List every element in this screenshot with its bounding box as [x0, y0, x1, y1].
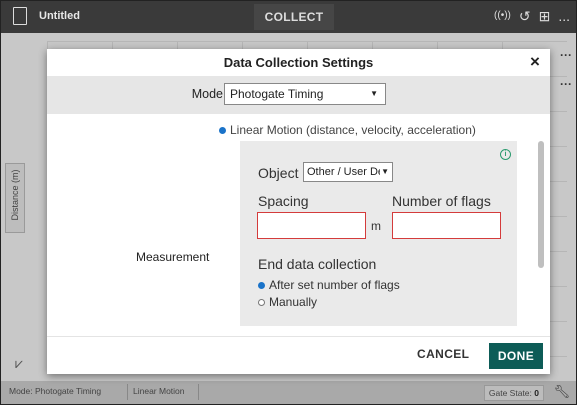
sensor-icon[interactable]: ((•)) — [494, 8, 511, 25]
mode-select[interactable]: Photogate Timing ▼ — [224, 83, 386, 105]
document-title[interactable]: Untitled — [39, 10, 80, 22]
refresh-icon[interactable]: ↺ — [519, 8, 531, 25]
end-data-collection-label: End data collection — [258, 256, 377, 272]
linear-motion-radio[interactable]: Linear Motion (distance, velocity, accel… — [219, 123, 476, 137]
scrollbar-thumb[interactable] — [538, 141, 544, 268]
gate-state-badge: Gate State: 0 — [483, 385, 544, 401]
measurement-label: Measurement — [136, 250, 210, 264]
wrench-icon[interactable]: 🔧︎ — [553, 384, 570, 400]
radio-selected-icon — [219, 126, 226, 134]
end-manually-radio[interactable]: Manually — [258, 295, 317, 309]
status-mode[interactable]: Mode: Photogate Timing — [9, 386, 101, 399]
number-of-flags-label: Number of flags — [392, 193, 491, 209]
radio-selected-icon — [258, 281, 265, 289]
mode-select-value: Photogate Timing — [230, 87, 324, 101]
top-bar: Untitled COLLECT ((•)) ↺ ⊞ ... — [1, 1, 576, 33]
status-motion[interactable]: Linear Motion — [133, 386, 185, 396]
graph-icon[interactable]: ⩗ — [15, 355, 23, 372]
toolbar-icons: ((•)) ↺ ⊞ ... — [494, 8, 570, 25]
graph-options-icon-2[interactable]: ··· — [560, 77, 572, 91]
mode-row: Mode Photogate Timing ▼ — [47, 76, 550, 114]
gate-state-label: Gate State: — [488, 388, 532, 398]
linear-motion-label: Linear Motion (distance, velocity, accel… — [230, 123, 476, 137]
chevron-down-icon: ▼ — [370, 89, 378, 98]
spacing-input[interactable] — [257, 212, 366, 239]
mode-label: Mode — [191, 87, 223, 101]
chevron-down-icon: ▼ — [380, 163, 389, 181]
number-of-flags-input[interactable] — [392, 212, 501, 239]
document-icon[interactable] — [13, 7, 27, 25]
spacing-unit: m — [371, 219, 381, 233]
measurement-panel: i Object Other / User Defi ▼ Spacing Num… — [240, 141, 517, 326]
layout-icon[interactable]: ⊞ — [539, 8, 551, 25]
y-axis-label: Distance (m) — [10, 169, 20, 221]
collect-button[interactable]: COLLECT — [254, 4, 334, 30]
close-icon[interactable]: × — [526, 52, 544, 72]
graph-options-icon[interactable]: ··· — [560, 48, 572, 62]
gate-state-value: 0 — [534, 388, 539, 398]
status-bar: Mode: Photogate Timing Linear Motion Gat… — [1, 381, 576, 404]
end-after-flags-radio[interactable]: After set number of flags — [258, 278, 400, 292]
divider — [127, 384, 128, 400]
dialog-footer: CANCEL DONE — [47, 336, 550, 374]
y-axis-selector[interactable]: Distance (m) — [5, 163, 25, 233]
app-window: Untitled COLLECT ((•)) ↺ ⊞ ... Distance … — [0, 0, 577, 405]
end-manually-label: Manually — [269, 295, 318, 309]
spacing-label: Spacing — [258, 193, 309, 209]
object-select[interactable]: Other / User Defi ▼ — [303, 162, 393, 182]
data-collection-settings-dialog: Data Collection Settings × Mode Photogat… — [47, 49, 550, 374]
info-icon[interactable]: i — [500, 149, 511, 160]
object-select-value: Other / User Defi — [307, 166, 390, 178]
divider — [198, 384, 199, 400]
radio-unselected-icon — [258, 298, 265, 306]
done-button[interactable]: DONE — [489, 343, 543, 369]
more-icon[interactable]: ... — [558, 8, 570, 25]
dialog-title: Data Collection Settings — [223, 55, 374, 70]
cancel-button[interactable]: CANCEL — [417, 347, 469, 361]
dialog-header: Data Collection Settings × — [47, 49, 550, 76]
end-after-flags-label: After set number of flags — [269, 278, 400, 292]
object-label: Object — [258, 165, 299, 181]
